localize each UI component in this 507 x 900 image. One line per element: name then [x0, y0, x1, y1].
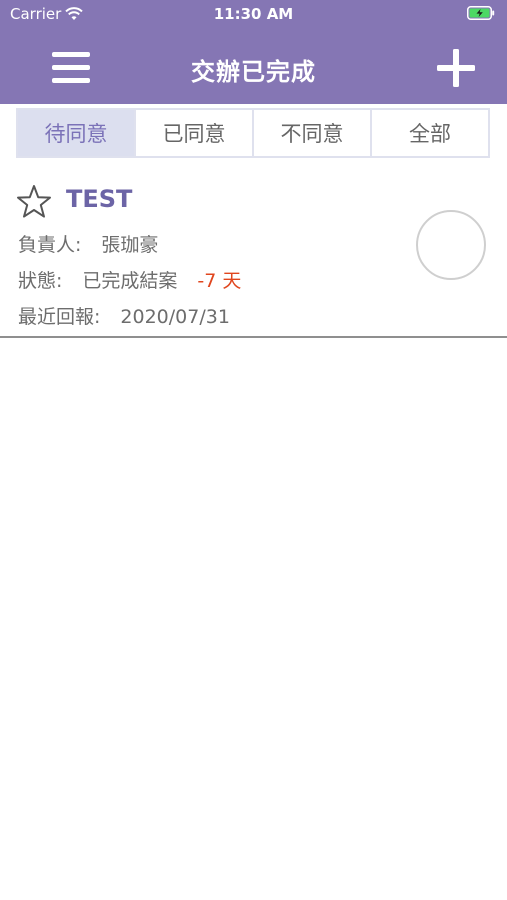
- task-title: TEST: [66, 185, 133, 213]
- filter-tabs: 待同意 已同意 不同意 全部: [16, 108, 490, 158]
- battery-charging-icon: [467, 6, 495, 20]
- select-circle[interactable]: [416, 210, 486, 280]
- nav-bar: 交辦已完成: [0, 40, 507, 96]
- tab-approved[interactable]: 已同意: [136, 110, 254, 156]
- task-card[interactable]: TEST 負責人: 張珈豪 狀態: 已完成結案 -7 天 最近回報: 2020/07/3…: [0, 168, 507, 338]
- tab-all[interactable]: 全部: [372, 110, 488, 156]
- star-outline-icon[interactable]: [16, 184, 52, 220]
- tab-pending[interactable]: 待同意: [18, 110, 136, 156]
- add-icon[interactable]: [436, 48, 476, 88]
- page-title: 交辦已完成: [191, 58, 316, 86]
- owner-value: 張珈豪: [101, 234, 159, 256]
- days-badge: -7 天: [197, 270, 242, 292]
- status-row: 狀態: 已完成結案 -7 天: [18, 266, 241, 293]
- report-date: 2020/07/31: [120, 306, 230, 328]
- owner-label: 負責人:: [18, 234, 82, 256]
- clock: 11:30 AM: [213, 5, 294, 23]
- app-header: Carrier 11:30 AM 交辦已完成: [0, 0, 507, 104]
- status-label: 狀態:: [18, 270, 63, 292]
- report-label: 最近回報:: [18, 306, 101, 328]
- report-row: 最近回報: 2020/07/31: [18, 302, 230, 329]
- status-value: 已完成結案: [82, 270, 178, 292]
- status-bar: Carrier 11:30 AM: [0, 0, 507, 28]
- tab-rejected[interactable]: 不同意: [254, 110, 372, 156]
- owner-row: 負責人: 張珈豪: [18, 230, 158, 257]
